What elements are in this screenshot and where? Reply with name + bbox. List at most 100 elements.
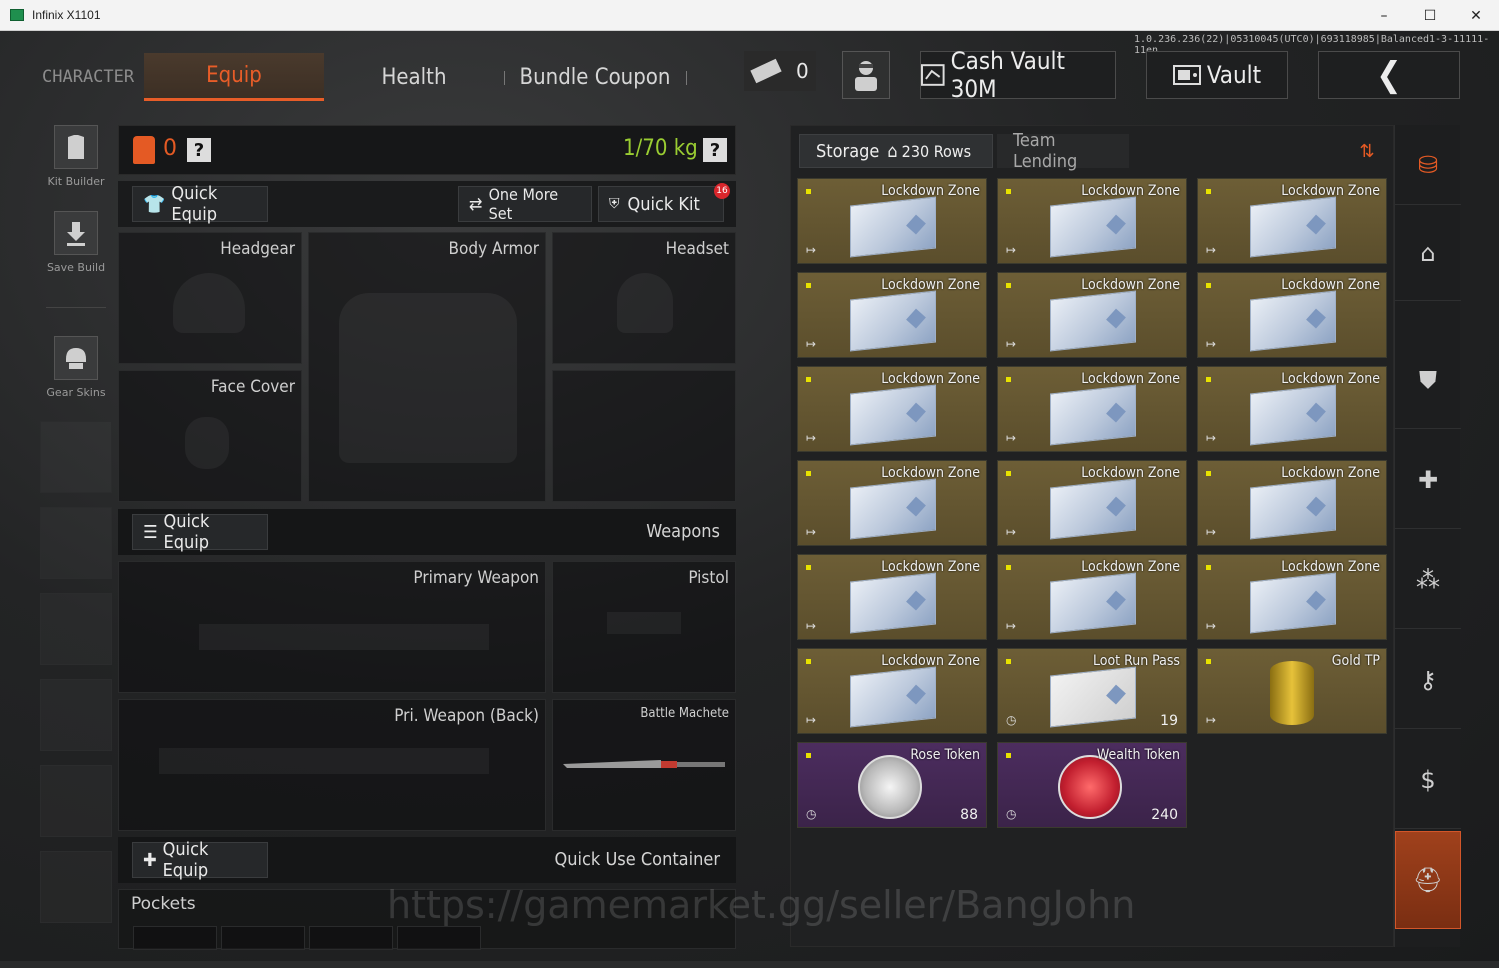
rail-slot[interactable] [40, 765, 112, 837]
rarity-dot [1206, 471, 1211, 476]
primary-weapon-slot[interactable]: Primary Weapon [118, 561, 546, 693]
quick-kit-button[interactable]: ⛨ Quick Kit [598, 186, 724, 222]
tab-team-lending[interactable]: Team Lending [997, 130, 1129, 172]
category-ammo-icon[interactable]: ⁂ [1395, 531, 1461, 629]
category-cash-icon[interactable]: $ [1395, 731, 1461, 829]
tab-bundle-coupon[interactable]: Bundle Coupon [515, 53, 675, 101]
minimize-button[interactable]: – [1361, 0, 1407, 31]
storage-item[interactable]: Lockdown Zone ↦ [797, 178, 987, 264]
extract-icon: ↦ [1206, 525, 1217, 539]
quick-equip-gear-button[interactable]: 👕 Quick Equip [132, 183, 268, 225]
storage-item[interactable]: Wealth Token ◷ 240 [997, 742, 1187, 828]
storage-item[interactable]: Lockdown Zone ↦ [797, 648, 987, 734]
rail-slot[interactable] [40, 421, 112, 493]
item-name: Lockdown Zone [1281, 371, 1380, 387]
rarity-dot [1206, 659, 1211, 664]
list-icon: ☰ [143, 521, 158, 543]
ticket-counter[interactable]: 0 [744, 51, 816, 91]
profile-button[interactable] [842, 51, 890, 99]
headset-slot[interactable]: Headset [552, 232, 736, 364]
gear-quick-bar: 👕 Quick Equip ⇄ One More Set ⛨ Quick Kit… [118, 181, 736, 227]
body-armor-slot[interactable]: Body Armor [308, 232, 546, 502]
save-build-button[interactable]: Save Build [40, 211, 112, 274]
storage-item[interactable]: Lockdown Zone ↦ [797, 272, 987, 358]
storage-item[interactable]: Lockdown Zone ↦ [1197, 554, 1387, 640]
storage-panel: Storage ⌂ 230 Rows Team Lending ⇅ Lockdo… [790, 125, 1394, 947]
extract-icon: ↦ [1006, 431, 1017, 445]
tab-equip[interactable]: Equip [144, 53, 324, 101]
storage-item[interactable]: Lockdown Zone ↦ [997, 272, 1187, 358]
storage-item[interactable]: Lockdown Zone ↦ [797, 554, 987, 640]
storage-item[interactable]: Lockdown Zone ↦ [997, 366, 1187, 452]
primary-back-weapon-slot[interactable]: Pri. Weapon (Back) [118, 699, 546, 831]
rarity-dot [1006, 471, 1011, 476]
face-cover-slot[interactable]: Face Cover [118, 370, 302, 502]
storage-item[interactable]: Lockdown Zone ↦ [797, 366, 987, 452]
one-more-set-button[interactable]: ⇄ One More Set [458, 185, 592, 223]
quick-use-bar: ✚ Quick Equip Quick Use Container [118, 837, 736, 883]
item-name: Loot Run Pass [1092, 653, 1180, 669]
quick-kit-badge: 16 [714, 183, 730, 199]
melee-slot[interactable]: Battle Machete [552, 699, 736, 831]
rarity-dot [1006, 283, 1011, 288]
category-home-icon[interactable]: ⌂ [1395, 205, 1461, 301]
rarity-dot [806, 753, 811, 758]
storage-item[interactable]: Lockdown Zone ↦ [997, 554, 1187, 640]
storage-item[interactable]: Lockdown Zone ↦ [1197, 178, 1387, 264]
weight-help-button[interactable]: ? [703, 138, 727, 162]
category-armor-icon[interactable]: ⛊ [1395, 331, 1461, 429]
extract-icon: ↦ [806, 243, 817, 257]
storage-item[interactable]: Gold TP ↦ [1197, 648, 1387, 734]
quick-equip-quick-use-button[interactable]: ✚ Quick Equip [132, 839, 268, 881]
pocket-slot[interactable] [221, 926, 305, 950]
tab-health[interactable]: Health [354, 53, 474, 101]
category-all-icon[interactable]: ⛁ [1395, 125, 1461, 205]
rail-slot[interactable] [40, 507, 112, 579]
weapons-bar: ☰ Quick Equip Weapons [118, 509, 736, 555]
category-medical-icon[interactable]: ✚ [1395, 431, 1461, 529]
category-key-icon[interactable]: ⚷ [1395, 631, 1461, 729]
sort-icon[interactable]: ⇅ [1347, 134, 1387, 168]
pistol-slot[interactable]: Pistol [552, 561, 736, 693]
quick-equip-weapons-button[interactable]: ☰ Quick Equip [132, 511, 268, 553]
kit-builder-button[interactable]: Kit Builder [40, 125, 112, 188]
maximize-button[interactable]: ☐ [1407, 0, 1453, 31]
storage-item[interactable]: Lockdown Zone ↦ [997, 178, 1187, 264]
window-title: Infinix X1101 [32, 8, 101, 22]
machete-icon [563, 760, 725, 768]
storage-item[interactable]: Lockdown Zone ↦ [797, 460, 987, 546]
storage-item[interactable]: Lockdown Zone ↦ [1197, 366, 1387, 452]
watermark: https://gamemarket.gg/seller/BangJohn [387, 883, 1136, 927]
storage-item[interactable]: Lockdown Zone ↦ [1197, 460, 1387, 546]
storage-item[interactable]: Lockdown Zone ↦ [997, 460, 1187, 546]
rarity-dot [1206, 283, 1211, 288]
pocket-slot[interactable] [309, 926, 393, 950]
rail-slot[interactable] [40, 593, 112, 665]
item-name: Lockdown Zone [881, 653, 980, 669]
rifle-back-silhouette-icon [159, 748, 489, 774]
headgear-slot[interactable]: Headgear [118, 232, 302, 364]
storage-item[interactable]: Lockdown Zone ↦ [1197, 272, 1387, 358]
pocket-slot[interactable] [133, 926, 217, 950]
cash-vault-button[interactable]: Cash Vault 30M [920, 47, 1116, 103]
rail-slot[interactable] [40, 679, 112, 751]
help-button[interactable]: ? [187, 138, 211, 162]
back-button[interactable]: ❮ [1318, 51, 1460, 99]
storage-item[interactable]: Rose Token ◷ 88 [797, 742, 987, 828]
body-armor-label: Body Armor [448, 239, 539, 259]
nav-character-label: CHARACTER [42, 67, 135, 87]
rail-slot[interactable] [40, 851, 112, 923]
tab-storage[interactable]: Storage ⌂ 230 Rows [799, 134, 993, 168]
storage-item[interactable]: Loot Run Pass ◷ 19 [997, 648, 1187, 734]
extra-gear-slot[interactable] [552, 370, 736, 502]
item-name: Lockdown Zone [1081, 183, 1180, 199]
rifle-silhouette-icon [199, 624, 489, 650]
category-supplies-icon[interactable]: ⛑ [1395, 831, 1461, 929]
vault-button[interactable]: Vault [1146, 51, 1288, 99]
gear-skins-button[interactable]: Gear Skins [40, 336, 112, 399]
vault-icon [1172, 65, 1201, 85]
extract-icon: ↦ [806, 713, 817, 727]
item-name: Gold TP [1331, 653, 1380, 669]
close-button[interactable]: ✕ [1453, 0, 1499, 31]
pocket-slot[interactable] [397, 926, 481, 950]
